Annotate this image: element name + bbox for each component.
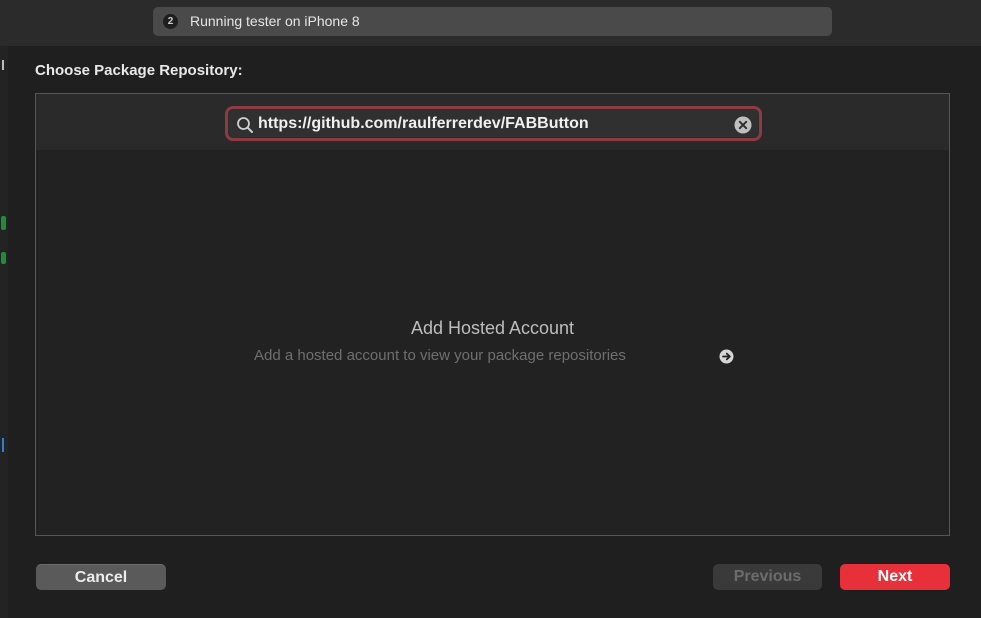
search-field[interactable] [225, 106, 762, 141]
cancel-button[interactable]: Cancel [36, 564, 166, 590]
gutter-marker [2, 438, 4, 452]
activity-viewer[interactable]: 2 Running tester on iPhone 8 [153, 7, 832, 36]
activity-status-text: Running tester on iPhone 8 [190, 13, 360, 29]
gutter-marker [2, 60, 4, 70]
gutter-change-marker [1, 252, 6, 264]
sheet-title: Choose Package Repository: [35, 62, 243, 79]
editor-gutter [0, 46, 8, 618]
package-repository-sheet: Choose Package Repository: Ad [8, 46, 981, 618]
empty-state-subtitle[interactable]: Add a hosted account to view your packag… [254, 347, 626, 364]
search-icon [237, 117, 253, 133]
activity-count-badge: 2 [163, 14, 178, 29]
clear-circle-icon[interactable] [734, 116, 752, 134]
window-toolbar: 2 Running tester on iPhone 8 [0, 0, 981, 47]
search-field-inner [229, 110, 758, 137]
search-bar [36, 94, 949, 150]
next-button[interactable]: Next [840, 564, 950, 590]
arrow-circle-right-icon[interactable] [719, 349, 734, 364]
empty-state-title: Add Hosted Account [410, 318, 575, 338]
previous-button[interactable]: Previous [713, 564, 822, 590]
search-input[interactable] [258, 112, 728, 136]
gutter-change-marker [1, 216, 6, 230]
repository-list-panel: Add Hosted Account Add a hosted account … [35, 93, 950, 536]
